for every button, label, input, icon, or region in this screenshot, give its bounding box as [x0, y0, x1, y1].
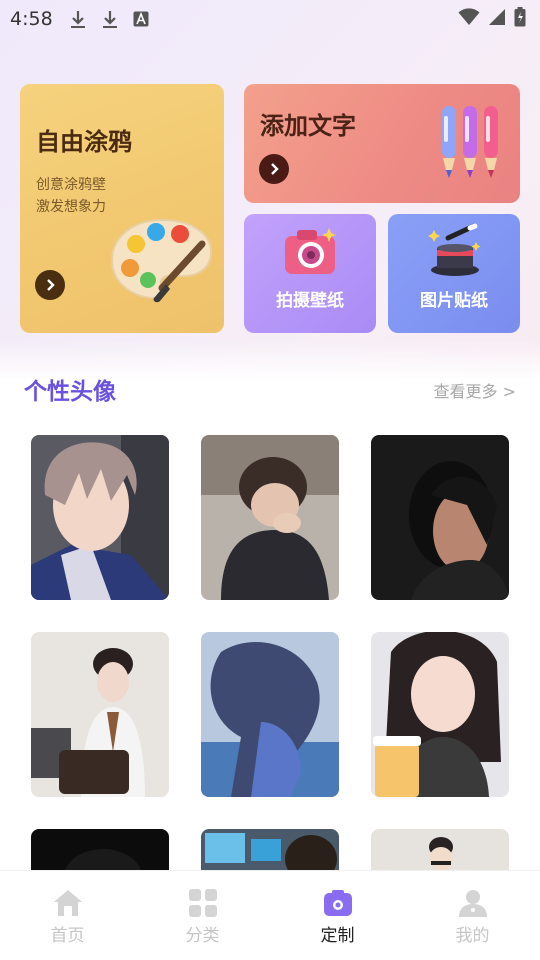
schoolgirl-avatar-image [31, 632, 169, 797]
signal-icon [488, 8, 506, 31]
markers-icon [442, 106, 498, 178]
magic-hat-icon [428, 223, 481, 276]
doodle-card-title: 自由涂鸦 [36, 128, 132, 156]
nav-item-category[interactable]: 分类 [135, 871, 270, 960]
doodle-card-subtitle-1: 创意涂鸦壁 [36, 177, 106, 193]
font-a-icon [133, 11, 149, 27]
anime-girl-sea-avatar-image [201, 632, 339, 797]
add-text-card[interactable]: 添加文字 [244, 84, 520, 203]
battery-icon [514, 6, 526, 32]
camera-nav-icon [322, 887, 354, 919]
avatar-thumbnail[interactable] [201, 435, 339, 600]
image-sticker-card[interactable]: 图片贴纸 [388, 214, 520, 333]
grid-icon [187, 887, 219, 919]
nav-label-category: 分类 [185, 926, 220, 946]
avatar-thumbnail[interactable] [31, 435, 169, 600]
status-time: 4:58 [10, 8, 53, 30]
nav-item-custom[interactable]: 定制 [270, 871, 405, 960]
nav-label-home: 首页 [50, 926, 85, 946]
palette-icon [110, 218, 213, 303]
nav-item-home[interactable]: 首页 [0, 871, 135, 960]
add-text-card-title: 添加文字 [260, 112, 356, 140]
boy-leaning-avatar-image [201, 435, 339, 600]
user-icon [457, 887, 489, 919]
avatar-thumbnail[interactable] [371, 632, 509, 797]
wifi-icon [458, 7, 480, 31]
photo-wallpaper-label: 拍摄壁纸 [276, 291, 344, 311]
camera-icon [285, 228, 336, 274]
doodle-card[interactable]: 自由涂鸦 创意涂鸦壁 激发想象力 [20, 84, 224, 333]
section-title: 个性头像 [24, 379, 116, 405]
doodle-card-subtitle-2: 激发想象力 [36, 199, 106, 215]
download-icon [101, 9, 119, 29]
bottom-navigation: 首页 分类 定制 我的 [0, 870, 540, 960]
photo-wallpaper-card[interactable]: 拍摄壁纸 [244, 214, 376, 333]
avatar-thumbnail[interactable] [31, 632, 169, 797]
image-sticker-label: 图片贴纸 [420, 291, 488, 311]
girl-drink-avatar-image [371, 632, 509, 797]
shadow-portrait-avatar-image [371, 435, 509, 600]
view-more-link[interactable]: 查看更多 > [434, 378, 517, 402]
chevron-right-icon [271, 163, 279, 175]
home-icon [52, 887, 84, 919]
status-bar: 4:58 [0, 0, 540, 38]
download-icon [69, 9, 87, 29]
nav-label-custom: 定制 [320, 926, 355, 946]
avatar-thumbnail[interactable] [371, 435, 509, 600]
nav-label-mine: 我的 [455, 926, 490, 946]
avatar-thumbnail[interactable] [201, 632, 339, 797]
doodle-go-button[interactable] [35, 270, 65, 300]
anime-boy-avatar-image [31, 435, 169, 600]
chevron-right-icon [47, 279, 55, 291]
nav-item-mine[interactable]: 我的 [405, 871, 540, 960]
add-text-go-button[interactable] [259, 154, 289, 184]
